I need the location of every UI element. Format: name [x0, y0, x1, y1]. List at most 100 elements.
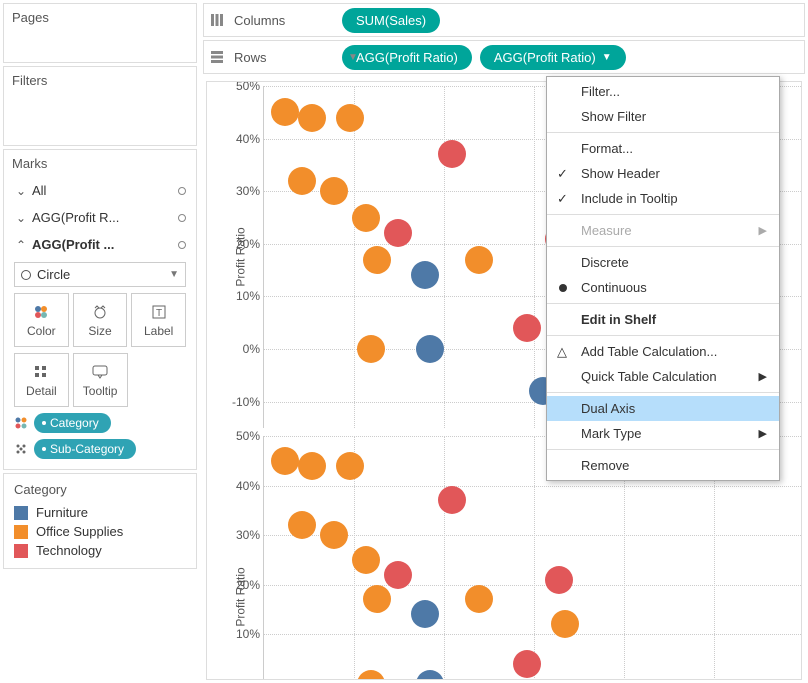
- context-menu-item-label: Include in Tooltip: [581, 191, 678, 206]
- legend-swatch: [14, 525, 28, 539]
- category-legend: Category Furniture Office Supplies Technol…: [3, 473, 197, 569]
- legend-title: Category: [14, 482, 186, 497]
- data-point[interactable]: [288, 511, 316, 539]
- y-tick-label: 50%: [224, 429, 260, 443]
- y-tick-label: 30%: [224, 184, 260, 198]
- data-point[interactable]: [298, 104, 326, 132]
- data-point[interactable]: [513, 314, 541, 342]
- rows-pill-1[interactable]: AGG(Profit Ratio): [342, 45, 472, 70]
- context-menu-item[interactable]: Edit in Shelf: [547, 307, 779, 332]
- context-menu-item[interactable]: Discrete: [547, 250, 779, 275]
- rows-dropdown-icon[interactable]: ▼: [348, 52, 358, 63]
- legend-swatch: [14, 506, 28, 520]
- category-pill[interactable]: Category: [34, 413, 111, 433]
- context-menu-item-label: Edit in Shelf: [581, 312, 656, 327]
- y-tick-label: 20%: [224, 237, 260, 251]
- mark-shape-select[interactable]: Circle ▼: [14, 262, 186, 287]
- legend-item[interactable]: Office Supplies: [14, 522, 186, 541]
- category-pill-label: Category: [50, 416, 99, 430]
- data-point[interactable]: [416, 335, 444, 363]
- context-menu-item[interactable]: Quick Table Calculation ▶: [547, 364, 779, 389]
- context-menu-item-label: Format...: [581, 141, 633, 156]
- columns-shelf[interactable]: Columns SUM(Sales): [203, 3, 805, 37]
- data-point[interactable]: [411, 600, 439, 628]
- context-menu-item-label: Show Filter: [581, 109, 646, 124]
- data-point[interactable]: [271, 98, 299, 126]
- size-card[interactable]: Size: [73, 293, 128, 347]
- marks-dot-icon: [178, 241, 186, 249]
- gridline: [264, 486, 801, 487]
- mark-shape-label: Circle: [37, 267, 70, 282]
- gridline-x: [534, 436, 535, 680]
- context-menu-item[interactable]: Filter...: [547, 79, 779, 104]
- context-menu-item-label: Quick Table Calculation: [581, 369, 717, 384]
- tooltip-card[interactable]: Tooltip: [73, 353, 128, 407]
- context-menu-item-label: Continuous: [581, 280, 647, 295]
- data-point[interactable]: [363, 246, 391, 274]
- marks-section[interactable]: ⌄All: [4, 177, 196, 204]
- context-menu-item[interactable]: Remove: [547, 453, 779, 478]
- context-menu-item[interactable]: ✓Include in Tooltip: [547, 186, 779, 211]
- rows-shelf[interactable]: Rows ▼ AGG(Profit Ratio) AGG(Profit Rati…: [203, 40, 805, 74]
- data-point[interactable]: [336, 104, 364, 132]
- context-menu-item[interactable]: Show Filter: [547, 104, 779, 129]
- data-point[interactable]: [411, 261, 439, 289]
- data-point[interactable]: [271, 447, 299, 475]
- context-menu-item[interactable]: Mark Type▶: [547, 421, 779, 446]
- data-point[interactable]: [288, 167, 316, 195]
- context-menu-item: Measure▶: [547, 218, 779, 243]
- tooltip-icon: [92, 363, 108, 381]
- data-point[interactable]: [320, 521, 348, 549]
- context-menu-item[interactable]: Continuous: [547, 275, 779, 300]
- pages-panel: Pages: [3, 3, 197, 63]
- color-encoding-icon: [14, 416, 28, 430]
- label-card[interactable]: T Label: [131, 293, 186, 347]
- data-point[interactable]: [384, 561, 412, 589]
- dropdown-caret-icon: ▼: [169, 269, 179, 280]
- data-point[interactable]: [438, 140, 466, 168]
- marks-section[interactable]: ⌄AGG(Profit R...: [4, 204, 196, 231]
- color-card[interactable]: Color: [14, 293, 69, 347]
- context-menu-item-label: Dual Axis: [581, 401, 635, 416]
- rows-pill-2[interactable]: AGG(Profit Ratio)▼: [480, 45, 626, 70]
- rows-icon: [210, 50, 226, 64]
- label-card-label: Label: [144, 324, 173, 338]
- data-point[interactable]: [357, 670, 385, 680]
- context-menu-item[interactable]: Format...: [547, 136, 779, 161]
- context-menu-item[interactable]: △Add Table Calculation...: [547, 339, 779, 364]
- submenu-arrow-icon: ▶: [759, 370, 767, 383]
- data-point[interactable]: [384, 219, 412, 247]
- data-point[interactable]: [551, 610, 579, 638]
- columns-pill-sum-sales[interactable]: SUM(Sales): [342, 8, 440, 33]
- data-point[interactable]: [438, 486, 466, 514]
- data-point[interactable]: [336, 452, 364, 480]
- context-menu-item[interactable]: ✓Show Header: [547, 161, 779, 186]
- data-point[interactable]: [545, 566, 573, 594]
- data-point[interactable]: [416, 670, 444, 680]
- marks-section[interactable]: ⌃AGG(Profit ...: [4, 231, 196, 258]
- data-point[interactable]: [357, 335, 385, 363]
- legend-item[interactable]: Furniture: [14, 503, 186, 522]
- y-tick-label: 40%: [224, 132, 260, 146]
- data-point[interactable]: [513, 650, 541, 678]
- data-point[interactable]: [465, 585, 493, 613]
- columns-label: Columns: [234, 13, 334, 28]
- gridline: [264, 585, 801, 586]
- legend-item-label: Office Supplies: [36, 524, 123, 539]
- data-point[interactable]: [352, 204, 380, 232]
- data-point[interactable]: [465, 246, 493, 274]
- y-tick-label: 40%: [224, 479, 260, 493]
- data-point[interactable]: [298, 452, 326, 480]
- detail-card[interactable]: Detail: [14, 353, 69, 407]
- caret-icon: ⌄: [16, 211, 26, 225]
- detail-encoding-icon: [14, 442, 28, 456]
- data-point[interactable]: [363, 585, 391, 613]
- legend-item[interactable]: Technology: [14, 541, 186, 560]
- context-menu-item-label: Show Header: [581, 166, 660, 181]
- data-point[interactable]: [320, 177, 348, 205]
- gridline: [264, 634, 801, 635]
- data-point[interactable]: [352, 546, 380, 574]
- context-menu-item[interactable]: Dual Axis: [547, 396, 779, 421]
- marks-dot-icon: [178, 214, 186, 222]
- subcategory-pill[interactable]: Sub-Category: [34, 439, 136, 459]
